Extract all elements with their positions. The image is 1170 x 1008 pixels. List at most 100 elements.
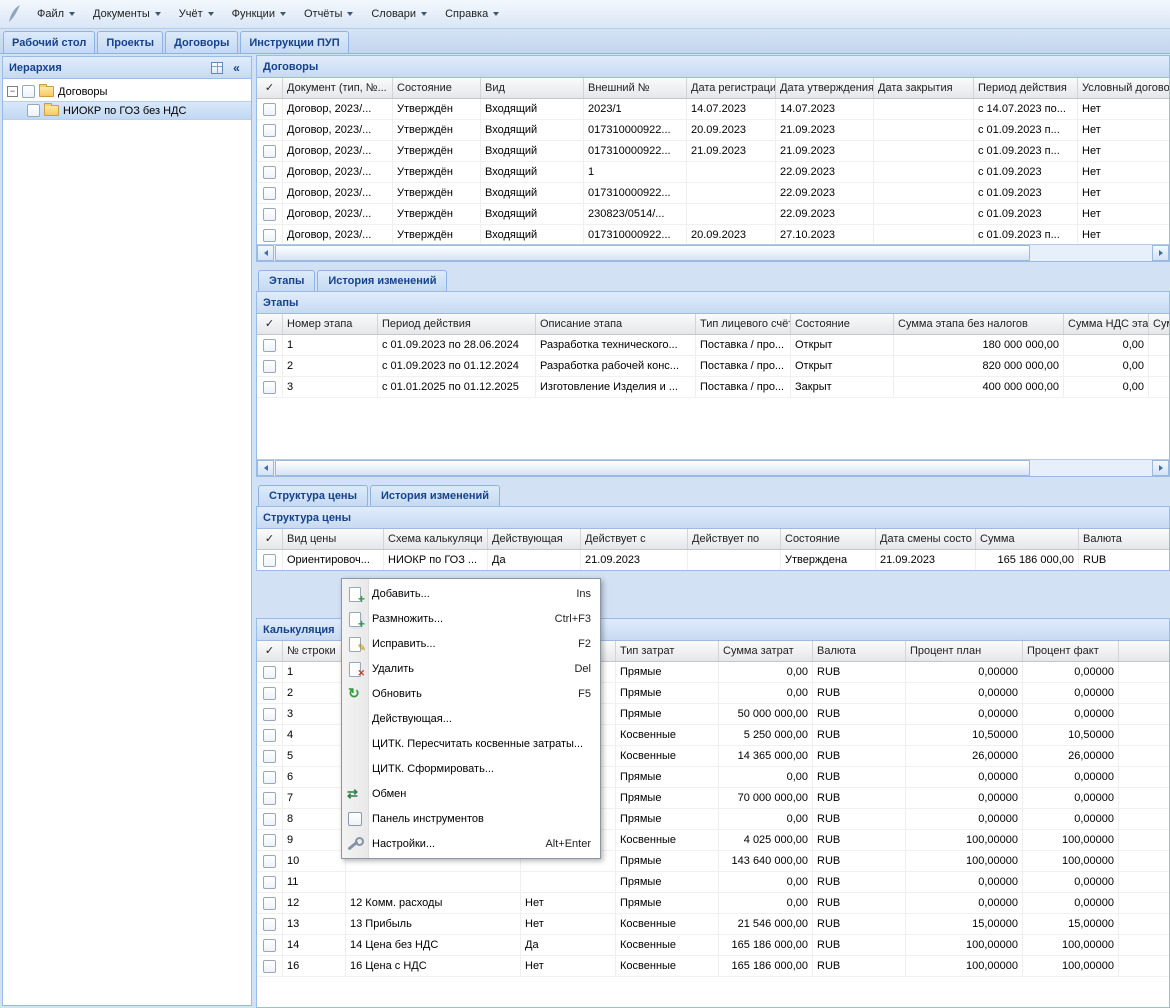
horizontal-scrollbar[interactable] (257, 459, 1169, 476)
row-checkbox[interactable] (263, 918, 276, 931)
menu-item[interactable]: ЦИТК. Сформировать... (342, 756, 600, 781)
contract-row[interactable]: Договор, 2023/... Утверждён Входящий 202… (257, 99, 1169, 120)
price-row[interactable]: Ориентировоч... НИОКР по ГОЗ ... Да 21.0… (257, 550, 1169, 570)
row-checkbox[interactable] (263, 939, 276, 952)
row-checkbox[interactable] (263, 145, 276, 158)
scrollbar-thumb[interactable] (275, 460, 1030, 476)
menu-item[interactable]: ЦИТК. Пересчитать косвенные затраты... (342, 731, 600, 756)
contract-row[interactable]: Договор, 2023/... Утверждён Входящий 017… (257, 183, 1169, 204)
row-checkbox[interactable] (263, 960, 276, 973)
col-header-currency[interactable]: Валюта (813, 641, 906, 661)
menubar-item[interactable]: Учёт (170, 5, 223, 23)
col-header-description[interactable]: Описание этапа (536, 314, 696, 334)
col-header-actual[interactable]: Действующая (488, 529, 581, 549)
col-header-document[interactable]: Документ (тип, №... (283, 78, 393, 98)
scroll-left-icon[interactable] (257, 460, 274, 476)
calculation-row[interactable]: 12 12 Комм. расходы Нет Прямые 0,00 RUB … (257, 893, 1169, 914)
col-header-line-no[interactable]: № строки (283, 641, 346, 661)
row-checkbox[interactable] (263, 187, 276, 200)
row-checkbox[interactable] (263, 792, 276, 805)
col-header-sum-no-tax[interactable]: Сумма этапа без налогов (894, 314, 1064, 334)
row-checkbox[interactable] (263, 729, 276, 742)
tree-expander-icon[interactable] (7, 86, 18, 97)
stage-row[interactable]: 3 с 01.01.2025 по 01.12.2025 Изготовлени… (257, 377, 1169, 398)
col-header-state-change-date[interactable]: Дата смены состо (876, 529, 976, 549)
menu-item[interactable]: Размножить... Ctrl+F3 (342, 606, 600, 631)
menu-item[interactable]: Панель инструментов (342, 806, 600, 831)
menu-item[interactable]: Исправить... F2 (342, 631, 600, 656)
tree-node-checkbox[interactable] (22, 85, 35, 98)
menu-item[interactable]: Удалить Del (342, 656, 600, 681)
document-tab[interactable]: Проекты (97, 31, 163, 53)
select-column-header[interactable]: ✓ (257, 641, 283, 661)
document-tab[interactable]: Рабочий стол (3, 31, 95, 53)
document-tab[interactable]: Договоры (165, 31, 238, 53)
menubar-item[interactable]: Отчёты (295, 5, 362, 23)
col-header-extra[interactable] (1119, 641, 1169, 661)
contract-row[interactable]: Договор, 2023/... Утверждён Входящий 017… (257, 141, 1169, 162)
collapse-panel-icon[interactable] (228, 60, 245, 76)
row-checkbox[interactable] (263, 166, 276, 179)
col-header-approve-date[interactable]: Дата утверждения (776, 78, 874, 98)
col-header-currency[interactable]: Валюта (1079, 529, 1169, 549)
row-checkbox[interactable] (263, 876, 276, 889)
row-checkbox[interactable] (263, 666, 276, 679)
horizontal-scrollbar[interactable] (257, 244, 1169, 261)
col-header-close-date[interactable]: Дата закрытия (874, 78, 974, 98)
row-checkbox[interactable] (263, 771, 276, 784)
col-header-state[interactable]: Состояние (393, 78, 481, 98)
col-header-external-no[interactable]: Внешний № (584, 78, 687, 98)
row-checkbox[interactable] (263, 554, 276, 567)
col-header-valid-from[interactable]: Действует с (581, 529, 688, 549)
contract-row[interactable]: Договор, 2023/... Утверждён Входящий 017… (257, 225, 1169, 244)
section-tab[interactable]: История изменений (370, 485, 500, 506)
row-checkbox[interactable] (263, 124, 276, 137)
contract-row[interactable]: Договор, 2023/... Утверждён Входящий 1 2… (257, 162, 1169, 183)
menubar-item[interactable]: Словари (362, 5, 436, 23)
scrollbar-thumb[interactable] (275, 245, 1030, 261)
menubar-item[interactable]: Справка (436, 5, 508, 23)
menubar-item[interactable]: Функции (223, 5, 295, 23)
menubar-item[interactable]: Документы (84, 5, 170, 23)
col-header-price-kind[interactable]: Вид цены (283, 529, 384, 549)
section-tab[interactable]: Этапы (258, 270, 315, 291)
col-header-period[interactable]: Период действия (974, 78, 1078, 98)
row-checkbox[interactable] (263, 381, 276, 394)
row-checkbox[interactable] (263, 708, 276, 721)
col-header-vat-sum[interactable]: Сумма НДС этапа (1064, 314, 1149, 334)
contract-row[interactable]: Договор, 2023/... Утверждён Входящий 017… (257, 120, 1169, 141)
row-checkbox[interactable] (263, 813, 276, 826)
row-checkbox[interactable] (263, 855, 276, 868)
menu-item[interactable]: Действующая... (342, 706, 600, 731)
col-header-cost-sum[interactable]: Сумма затрат (719, 641, 813, 661)
scroll-left-icon[interactable] (257, 245, 274, 261)
tree-node-child[interactable]: НИОКР по ГОЗ без НДС (3, 101, 251, 120)
col-header-cost-type[interactable]: Тип затрат (616, 641, 719, 661)
menubar-item[interactable]: Файл (28, 5, 84, 23)
col-header-period[interactable]: Период действия (378, 314, 536, 334)
tree-node-checkbox[interactable] (27, 104, 40, 117)
col-header-percent-fact[interactable]: Процент факт (1023, 641, 1119, 661)
calculation-row[interactable]: 16 16 Цена с НДС Нет Косвенные 165 186 0… (257, 956, 1169, 977)
contract-row[interactable]: Договор, 2023/... Утверждён Входящий 230… (257, 204, 1169, 225)
row-checkbox[interactable] (263, 339, 276, 352)
row-checkbox[interactable] (263, 229, 276, 242)
calculation-row[interactable]: 13 13 Прибыль Нет Косвенные 21 546 000,0… (257, 914, 1169, 935)
row-checkbox[interactable] (263, 103, 276, 116)
menu-item[interactable]: Обмен (342, 781, 600, 806)
row-checkbox[interactable] (263, 360, 276, 373)
row-checkbox[interactable] (263, 834, 276, 847)
section-tab[interactable]: История изменений (317, 270, 447, 291)
columns-icon[interactable] (208, 60, 225, 76)
col-header-calc-scheme[interactable]: Схема калькуляци (384, 529, 488, 549)
calculation-row[interactable]: 14 14 Цена без НДС Да Косвенные 165 186 … (257, 935, 1169, 956)
col-header-account-type[interactable]: Тип лицевого счёт (696, 314, 791, 334)
col-header-state[interactable]: Состояние (791, 314, 894, 334)
col-header-stage-no[interactable]: Номер этапа (283, 314, 378, 334)
select-column-header[interactable]: ✓ (257, 78, 283, 98)
menu-item[interactable]: Настройки... Alt+Enter (342, 831, 600, 856)
row-checkbox[interactable] (263, 208, 276, 221)
scroll-right-icon[interactable] (1152, 245, 1169, 261)
row-checkbox[interactable] (263, 687, 276, 700)
menu-item[interactable]: Добавить... Ins (342, 581, 600, 606)
